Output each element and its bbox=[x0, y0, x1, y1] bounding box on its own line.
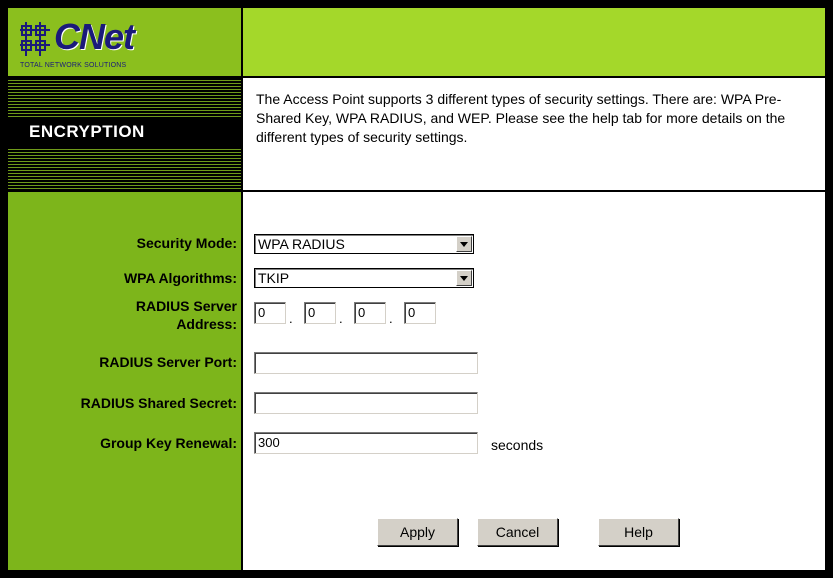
form-controls-panel: WPA RADIUS TKIP 0 . 0 . 0 . 0 300 second… bbox=[243, 192, 825, 570]
radius-shared-secret-input[interactable] bbox=[254, 392, 478, 414]
group-key-renewal-units: seconds bbox=[491, 437, 544, 453]
description-panel: The Access Point supports 3 different ty… bbox=[243, 78, 825, 190]
wpa-algorithms-label: WPA Algorithms: bbox=[123, 270, 237, 286]
wpa-algorithms-select[interactable]: TKIP bbox=[254, 268, 474, 288]
radius-server-address-label-line1: RADIUS Server bbox=[135, 298, 237, 314]
page-title: ENCRYPTION bbox=[29, 122, 145, 141]
cancel-button[interactable]: Cancel bbox=[477, 518, 558, 546]
description-text: The Access Point supports 3 different ty… bbox=[256, 91, 786, 145]
security-mode-label: Security Mode: bbox=[136, 235, 237, 251]
form-labels-panel: Security Mode: WPA Algorithms: RADIUS Se… bbox=[8, 192, 241, 570]
radius-ip-octet-1[interactable]: 0 bbox=[254, 302, 286, 324]
radius-server-port-label: RADIUS Server Port: bbox=[99, 354, 237, 370]
help-button[interactable]: Help bbox=[598, 518, 679, 546]
network-grid-icon bbox=[20, 22, 50, 56]
group-key-renewal-input[interactable]: 300 bbox=[254, 432, 478, 454]
logo-wordmark: CNet bbox=[54, 16, 135, 57]
logo-tagline: TOTAL NETWORK SOLUTIONS bbox=[20, 62, 127, 69]
radius-server-address-label-line2: Address: bbox=[176, 316, 237, 332]
wpa-algorithms-value: TKIP bbox=[258, 270, 290, 286]
security-mode-select[interactable]: WPA RADIUS bbox=[254, 234, 474, 254]
ip-separator: . bbox=[289, 311, 293, 326]
section-title-panel: ENCRYPTION bbox=[8, 78, 241, 190]
header-logo-area: CNet TOTAL NETWORK SOLUTIONS bbox=[8, 8, 241, 76]
radius-ip-octet-4[interactable]: 0 bbox=[404, 302, 436, 324]
ip-separator: . bbox=[339, 311, 343, 326]
radius-shared-secret-label: RADIUS Shared Secret: bbox=[80, 395, 237, 411]
radius-ip-octet-2[interactable]: 0 bbox=[304, 302, 336, 324]
chevron-down-icon[interactable] bbox=[456, 270, 472, 286]
page-frame: CNet TOTAL NETWORK SOLUTIONS ENCRYPTION … bbox=[8, 8, 825, 570]
radius-ip-octet-3[interactable]: 0 bbox=[354, 302, 386, 324]
group-key-renewal-label: Group Key Renewal: bbox=[100, 435, 237, 451]
header-bar bbox=[243, 8, 825, 76]
ip-separator: . bbox=[389, 311, 393, 326]
chevron-down-icon[interactable] bbox=[456, 236, 472, 252]
apply-button[interactable]: Apply bbox=[377, 518, 458, 546]
cnet-logo: CNet TOTAL NETWORK SOLUTIONS bbox=[20, 16, 220, 72]
security-mode-value: WPA RADIUS bbox=[258, 236, 345, 252]
radius-server-port-input[interactable] bbox=[254, 352, 478, 374]
